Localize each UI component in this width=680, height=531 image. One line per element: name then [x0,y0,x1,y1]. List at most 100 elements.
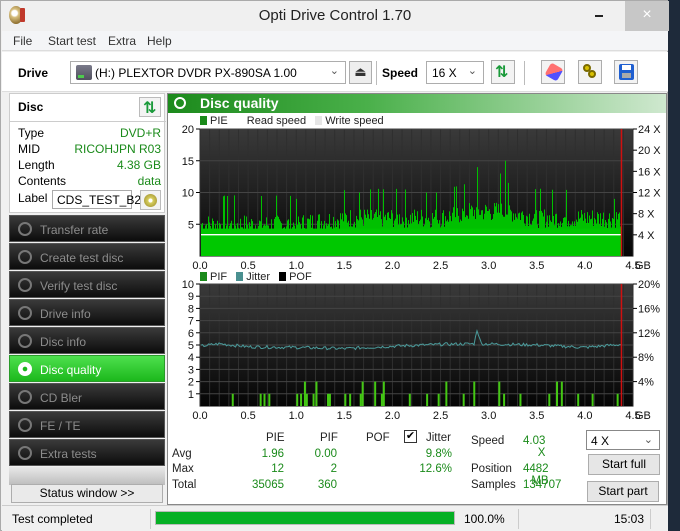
refresh-button[interactable]: ⇅ [491,60,515,84]
stats-header-pof: POF [366,432,390,444]
nav-disc-quality[interactable]: Disc quality [9,355,165,382]
save-button[interactable] [614,60,638,84]
disc-row-mid: MID RICOHJPN R03 [18,142,161,156]
charts-svg: 51015200.0 0.5 1.0 1.5 2.0 2.5 3.0 3.5 4.0 4.5GB4… [182,124,662,422]
title-bar: Opti Drive Control 1.70 × [1,1,669,31]
pif-bar [296,393,299,406]
disc-icon [18,446,32,460]
disc-label-button[interactable] [140,190,161,210]
x-tick-label: 1.0 [289,260,304,272]
jitter-checkbox[interactable]: ✔ [404,430,417,443]
y2-tick-label: 8% [638,352,654,364]
pif-bar [328,393,331,406]
start-full-button[interactable]: Start full [588,454,660,475]
nav-filler [9,467,165,485]
stats-total-pif: 360 [317,479,337,491]
pif-bar [577,393,580,406]
nav-verify-test-disc[interactable]: Verify test disc [9,271,165,298]
x-tick-label: 4.0 [577,410,592,422]
progress-bar [155,511,455,525]
nav-label: Verify test disc [40,279,118,293]
disc-key: Length [18,158,55,172]
speed-select-value: 16 X [432,66,457,80]
y2-tick-label: 12% [638,328,660,340]
disc-icon [18,222,32,236]
nav-disc-info[interactable]: Disc info [9,327,165,354]
y2-tick-label: 8 X [638,209,655,221]
menu-help[interactable]: Help [147,34,172,48]
menu-extra[interactable]: Extra [108,34,136,48]
pif-bar [437,393,440,406]
pif-bar [498,381,501,406]
pif-bar [305,393,308,406]
y2-tick-label: 20 X [638,145,661,157]
disc-icon [18,334,32,348]
drive-select[interactable]: (H:) PLEXTOR DVDR PX-890SA 1.00 ⌄ [70,61,346,84]
pie-baseline-fill [201,228,622,256]
pif-bar [426,393,429,406]
divider [10,121,166,122]
nav-label: Transfer rate [40,223,109,237]
y2-tick-label: 16 X [638,166,661,178]
settings-icon [583,64,598,80]
pif-bar [303,381,306,406]
close-button[interactable]: × [625,1,669,31]
pif-bar [560,381,563,406]
nav-create-test-disc[interactable]: Create test disc [9,243,165,270]
refresh-icon: ⇅ [143,100,157,117]
speed-select[interactable]: 16 X ⌄ [426,61,484,84]
pif-bar [259,393,262,406]
pif-bar [591,393,594,406]
pif-bar [548,393,551,406]
disc-refresh-button[interactable]: ⇅ [139,97,161,117]
settings-button[interactable] [578,60,602,84]
y2-tick-label: 24 X [638,124,661,136]
stats-avg-pie: 1.96 [261,448,284,460]
position-label: Position [471,463,512,475]
menu-file[interactable]: File [13,34,32,48]
pif-bar [344,393,347,406]
stats-max-jitter: 12.6% [419,463,452,475]
erase-button[interactable] [541,60,565,84]
start-part-button[interactable]: Start part [587,481,659,502]
nav-transfer-rate[interactable]: Transfer rate [9,215,165,242]
x-tick-label: 3.0 [481,260,496,272]
disc-key: MID [18,142,40,156]
elapsed-time: 15:03 [614,512,645,526]
test-speed-select[interactable]: 4 X ⌄ [586,430,660,450]
drive-select-value: (H:) PLEXTOR DVDR PX-890SA 1.00 [95,66,297,80]
y2-tick-label: 20% [638,279,660,291]
nav-label: Extra tests [40,447,97,461]
nav-fe-te[interactable]: FE / TE [9,411,165,438]
toolbar: Drive (H:) PLEXTOR DVDR PX-890SA 1.00 ⌄ … [2,52,668,92]
pif-bar [616,393,619,406]
menu-start-test[interactable]: Start test [48,34,96,48]
y-tick-label: 10 [182,279,194,291]
status-bar: Test completed 100.0% 15:03 [2,505,668,531]
minimize-button[interactable] [583,1,615,31]
disc-icon [18,306,32,320]
x-tick-label: 1.0 [289,410,304,422]
pif-bar [359,393,362,406]
pif-bar [382,381,385,406]
disc-row-length: Length 4.38 GB [18,158,161,172]
pif-bar [556,381,559,406]
disc-label-input[interactable]: CDS_TEST_B2 [52,190,141,209]
eject-button[interactable]: ⏏ [349,61,372,84]
y-tick-label: 8 [188,303,194,315]
status-window-button[interactable]: Status window >> [11,484,163,503]
disc-icon [18,418,32,432]
y-tick-label: 5 [188,219,194,231]
samples-label: Samples [471,479,516,491]
nav-extra-tests[interactable]: Extra tests [9,439,165,466]
progress-fill [156,512,454,524]
nav-drive-info[interactable]: Drive info [9,299,165,326]
disc-key: Type [18,126,45,140]
y-tick-label: 20 [182,124,194,136]
nav-cd-bler[interactable]: CD Bler [9,383,165,410]
left-panel: Disc ⇅ Type DVD+R MID RICOHJPN R03 Length 4… [9,93,166,505]
pif-bar [503,393,506,406]
save-icon [619,64,634,80]
nav-label: FE / TE [40,419,81,433]
menu-bar: File Start test Extra Help [2,31,668,51]
